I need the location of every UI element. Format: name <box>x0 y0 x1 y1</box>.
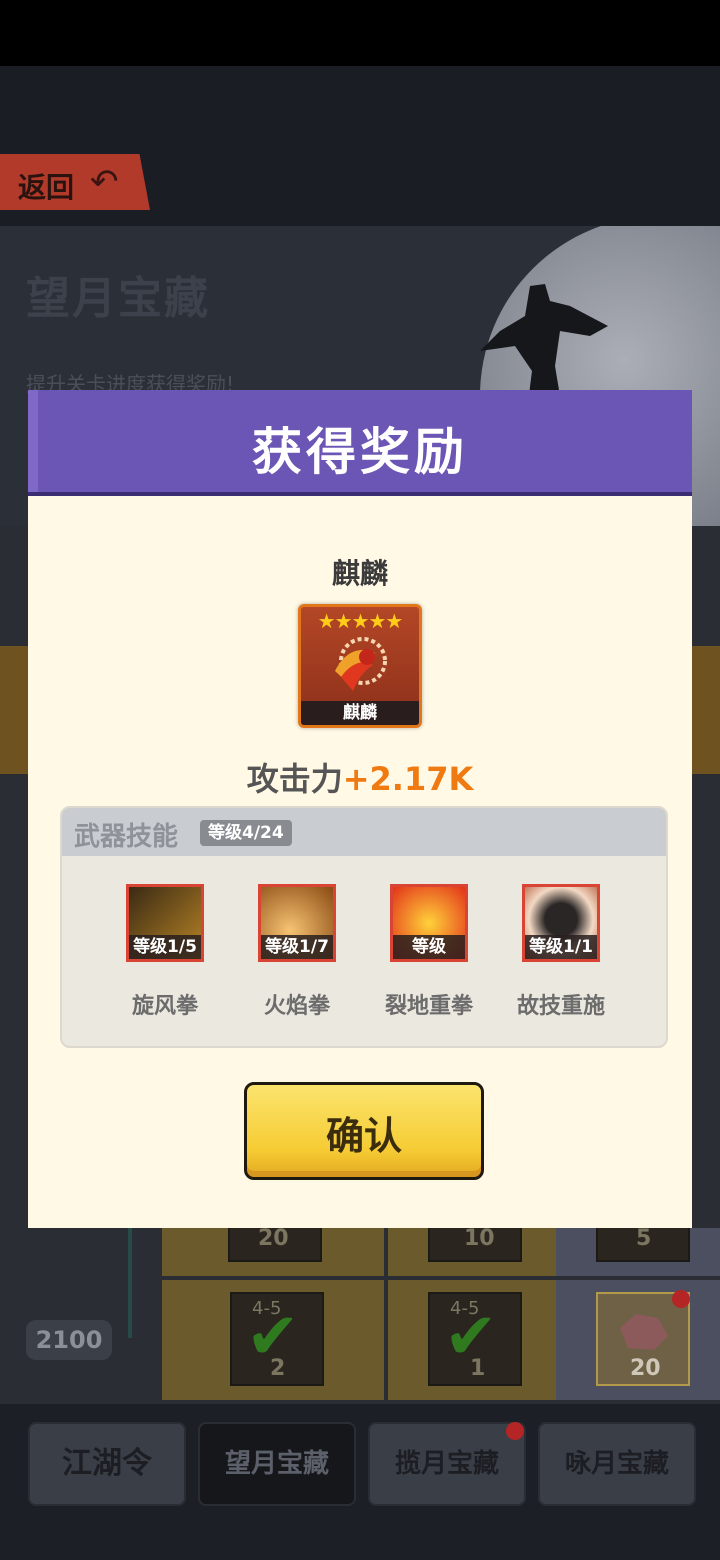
ground-smash-icon: 等级1/11 <box>390 884 468 962</box>
confirm-label: 确认 <box>325 1114 402 1158</box>
notification-dot <box>506 1422 524 1440</box>
reward-count: 10 <box>464 1226 495 1251</box>
weapon-card-label: 麒麟 <box>301 701 419 725</box>
weapon-card[interactable]: ★★★★★ 麒麟 <box>298 604 422 728</box>
reward-dialog: 获得奖励 麒麟 ★★★★★ 麒麟 攻击力+2.17K 武器技能 等级4/24 等… <box>28 390 692 1228</box>
skill-name: 裂地重拳 <box>384 994 473 1019</box>
confirm-button[interactable]: 确认 <box>244 1082 484 1180</box>
attack-label: 攻击力 <box>246 760 343 798</box>
skill-level: 等级1/5 <box>129 935 201 959</box>
reward-count: 5 <box>636 1226 652 1251</box>
reward-icon: 4-5 ✔ 2 <box>230 1292 324 1386</box>
status-bar <box>0 0 720 66</box>
skill-level: 等级1/7 <box>261 935 333 959</box>
attack-value: +2.17K <box>342 760 474 798</box>
back-label: 返回 <box>18 171 75 204</box>
grid-cell: 5 <box>556 1218 720 1276</box>
skills-header: 武器技能 等级4/24 <box>62 808 666 856</box>
score-milestone: 2100 <box>26 1320 112 1360</box>
star-rating: ★★★★★ <box>317 609 404 633</box>
skill-level: 等级1/1 <box>525 935 597 959</box>
grid-cell[interactable]: 4-5 ✔ 2 <box>162 1280 384 1400</box>
qilin-weapon-icon <box>335 637 387 691</box>
ore-icon <box>620 1314 668 1350</box>
flame-fist-icon: 等级1/7 <box>258 884 336 962</box>
reward-icon: 4-5 ✔ 1 <box>428 1292 522 1386</box>
whirlwind-fist-icon: 等级1/5 <box>126 884 204 962</box>
tab-jianghu-ling[interactable]: 江湖令 <box>28 1422 186 1506</box>
reward-count: 1 <box>470 1356 486 1381</box>
back-arrow-icon: ↶ <box>90 162 119 202</box>
skills-title: 武器技能 <box>74 822 179 852</box>
skill-name: 旋风拳 <box>131 994 198 1019</box>
banner-title: 望月宝藏 <box>26 273 210 324</box>
grid-cell: 20 <box>162 1218 384 1276</box>
reward-count: 20 <box>630 1356 661 1381</box>
reward-count: 2 <box>270 1356 286 1381</box>
skills-level-badge: 等级4/24 <box>200 820 292 846</box>
weapon-skills-panel: 武器技能 等级4/24 等级1/5 旋风拳 等级1/7 火焰拳 等级1/11 裂… <box>60 806 668 1048</box>
dialog-header: 获得奖励 <box>28 390 692 496</box>
skill-level: 等级1/11 <box>393 935 465 959</box>
skill-name: 火焰拳 <box>263 994 330 1019</box>
tab-wangyue-treasure[interactable]: 望月宝藏 <box>198 1422 356 1506</box>
tab-lanyue-treasure[interactable]: 揽月宝藏 <box>368 1422 526 1506</box>
progress-line <box>128 1228 132 1338</box>
reward-count: 20 <box>258 1226 289 1251</box>
back-button[interactable]: 返回 ↶ <box>0 154 150 210</box>
grid-cell[interactable]: 20 <box>556 1280 720 1400</box>
notification-dot <box>672 1290 690 1308</box>
bottom-tab-bar: 江湖令 望月宝藏 揽月宝藏 咏月宝藏 <box>0 1404 720 1560</box>
item-name: 麒麟 <box>331 557 388 590</box>
attack-stat: 攻击力+2.17K <box>28 754 692 800</box>
skill-name: 故技重施 <box>516 994 605 1019</box>
tab-yongyue-treasure[interactable]: 咏月宝藏 <box>538 1422 696 1506</box>
repeat-technique-icon: 等级1/1 <box>522 884 600 962</box>
dialog-title: 获得奖励 <box>252 423 468 481</box>
